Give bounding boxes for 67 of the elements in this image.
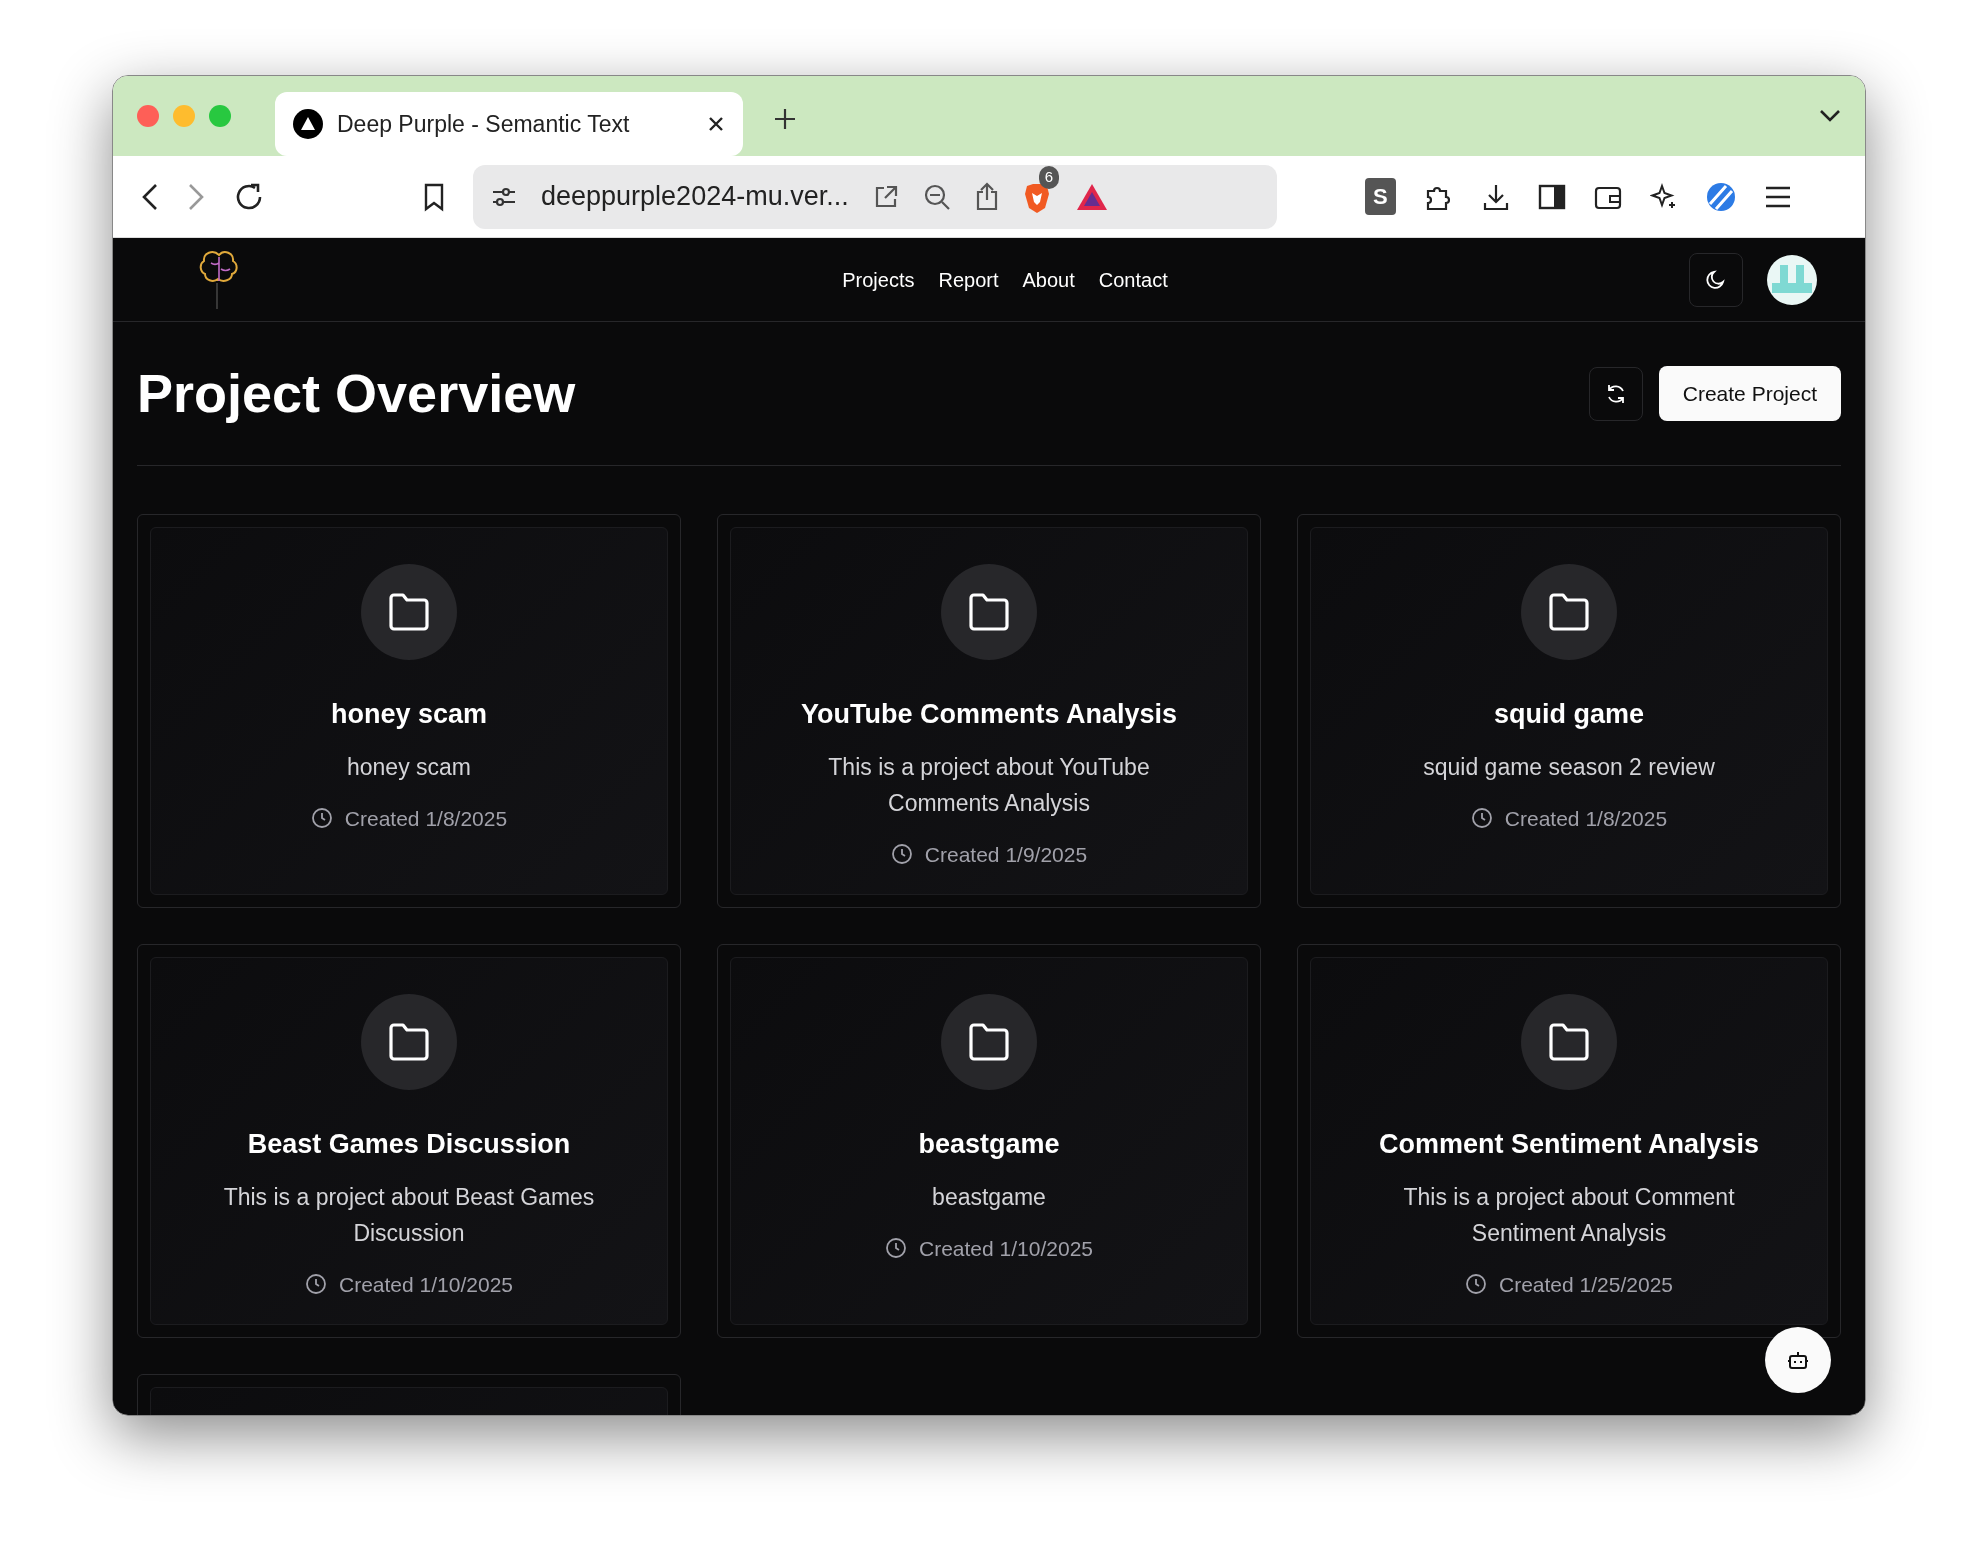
menu-icon[interactable] [1763, 184, 1792, 209]
project-card[interactable]: beastgame beastgame Created 1/10/2025 [717, 944, 1261, 1338]
extension-letter-icon[interactable]: S [1365, 178, 1396, 215]
clock-icon [1465, 1273, 1487, 1296]
project-name: beastgame [918, 1128, 1060, 1161]
lion-shield-icon[interactable] [1022, 182, 1051, 215]
project-name: Beast Games Discussion [247, 1128, 571, 1161]
created-date: Created 1/9/2025 [924, 841, 1088, 868]
clock-icon [885, 1237, 907, 1260]
sidebar-icon[interactable] [1537, 183, 1566, 210]
created-date: Created 1/8/2025 [344, 805, 508, 832]
nav-link[interactable]: Report [926, 264, 1011, 295]
clock-icon [890, 843, 913, 866]
project-name: honey scam [330, 698, 488, 731]
project-card[interactable]: Beast Games Discussion This is a project about Beast Games Discussion Created 1/10/2025 [137, 944, 681, 1338]
folder-icon [1547, 1022, 1591, 1062]
project-card[interactable]: YouTube Comments Analysis This is a project about YouTube Comments Analysis Created 1/9/2025 [717, 514, 1261, 908]
triangle-logo-icon [293, 109, 323, 139]
sparkle-icon[interactable] [1649, 182, 1678, 211]
clock-icon [305, 1273, 327, 1296]
folder-icon [1547, 592, 1591, 632]
moon-icon [1705, 268, 1727, 291]
project-name: YouTube Comments Analysis [800, 698, 1178, 731]
created-date: Created 1/10/2025 [339, 1271, 513, 1298]
project-card[interactable]: honey scam honey scam Created 1/8/2025 [137, 514, 681, 908]
project-description: This is a project about YouTube Comments Analysis [827, 752, 1151, 818]
project-description: squid game season 2 review [1422, 752, 1716, 782]
folder-icon [387, 1022, 431, 1062]
forward-icon[interactable] [187, 181, 205, 212]
create-project-button[interactable]: Create Project [1658, 365, 1841, 422]
project-description: beastgame [931, 1182, 1047, 1212]
refresh-button[interactable] [1588, 366, 1643, 421]
project-description: This is a project about Beast Games Discussion [222, 1182, 596, 1248]
url-text: deeppurple2024-mu.ver... [541, 180, 849, 214]
share-icon[interactable] [974, 181, 999, 212]
project-description: honey scam [346, 752, 472, 782]
project-card[interactable]: squid game squid game season 2 review Created 1/8/2025 [1297, 514, 1841, 908]
clock-icon [1470, 807, 1493, 830]
created-date: Created 1/8/2025 [1504, 805, 1668, 832]
nav-link[interactable]: About [1010, 264, 1087, 295]
project-description: This is a project about Comment Sentiment Analysis [1402, 1182, 1736, 1248]
folder-icon [967, 592, 1011, 632]
nav-link[interactable]: Contact [1086, 264, 1180, 295]
tab-title: Deep Purple - Semantic Text [337, 109, 630, 139]
dark-mode-toggle[interactable] [1689, 252, 1743, 307]
page-title: Project Overview [137, 362, 576, 426]
address-bar[interactable]: deeppurple2024-mu.ver... 6 [473, 164, 1277, 229]
bookmark-icon[interactable] [423, 181, 445, 212]
new-tab-icon[interactable] [773, 107, 797, 131]
download-icon[interactable] [1481, 182, 1510, 211]
folder-icon [387, 592, 431, 632]
project-name: Comment Sentiment Analysis [1378, 1128, 1760, 1161]
zoom-out-icon[interactable] [922, 182, 951, 211]
browser-tab[interactable]: Deep Purple - Semantic Text [275, 92, 743, 156]
clock-icon [310, 807, 333, 830]
chevron-down-icon[interactable] [1819, 109, 1841, 123]
back-icon[interactable] [141, 181, 159, 212]
striped-circle-icon[interactable] [1705, 181, 1736, 212]
notification-count: 6 [1038, 166, 1060, 189]
nav-link[interactable]: Projects [830, 264, 927, 295]
created-date: Created 1/10/2025 [919, 1235, 1093, 1262]
avatar-icon[interactable] [1767, 254, 1817, 305]
project-card[interactable]: Comment Sentiment Analysis This is a project about Comment Sentiment Analysis Created 1/25/2025 [1297, 944, 1841, 1338]
project-name: squid game [1494, 698, 1644, 731]
close-icon[interactable] [707, 115, 725, 133]
folder-icon [967, 1022, 1011, 1062]
created-date: Created 1/25/2025 [1499, 1271, 1673, 1298]
